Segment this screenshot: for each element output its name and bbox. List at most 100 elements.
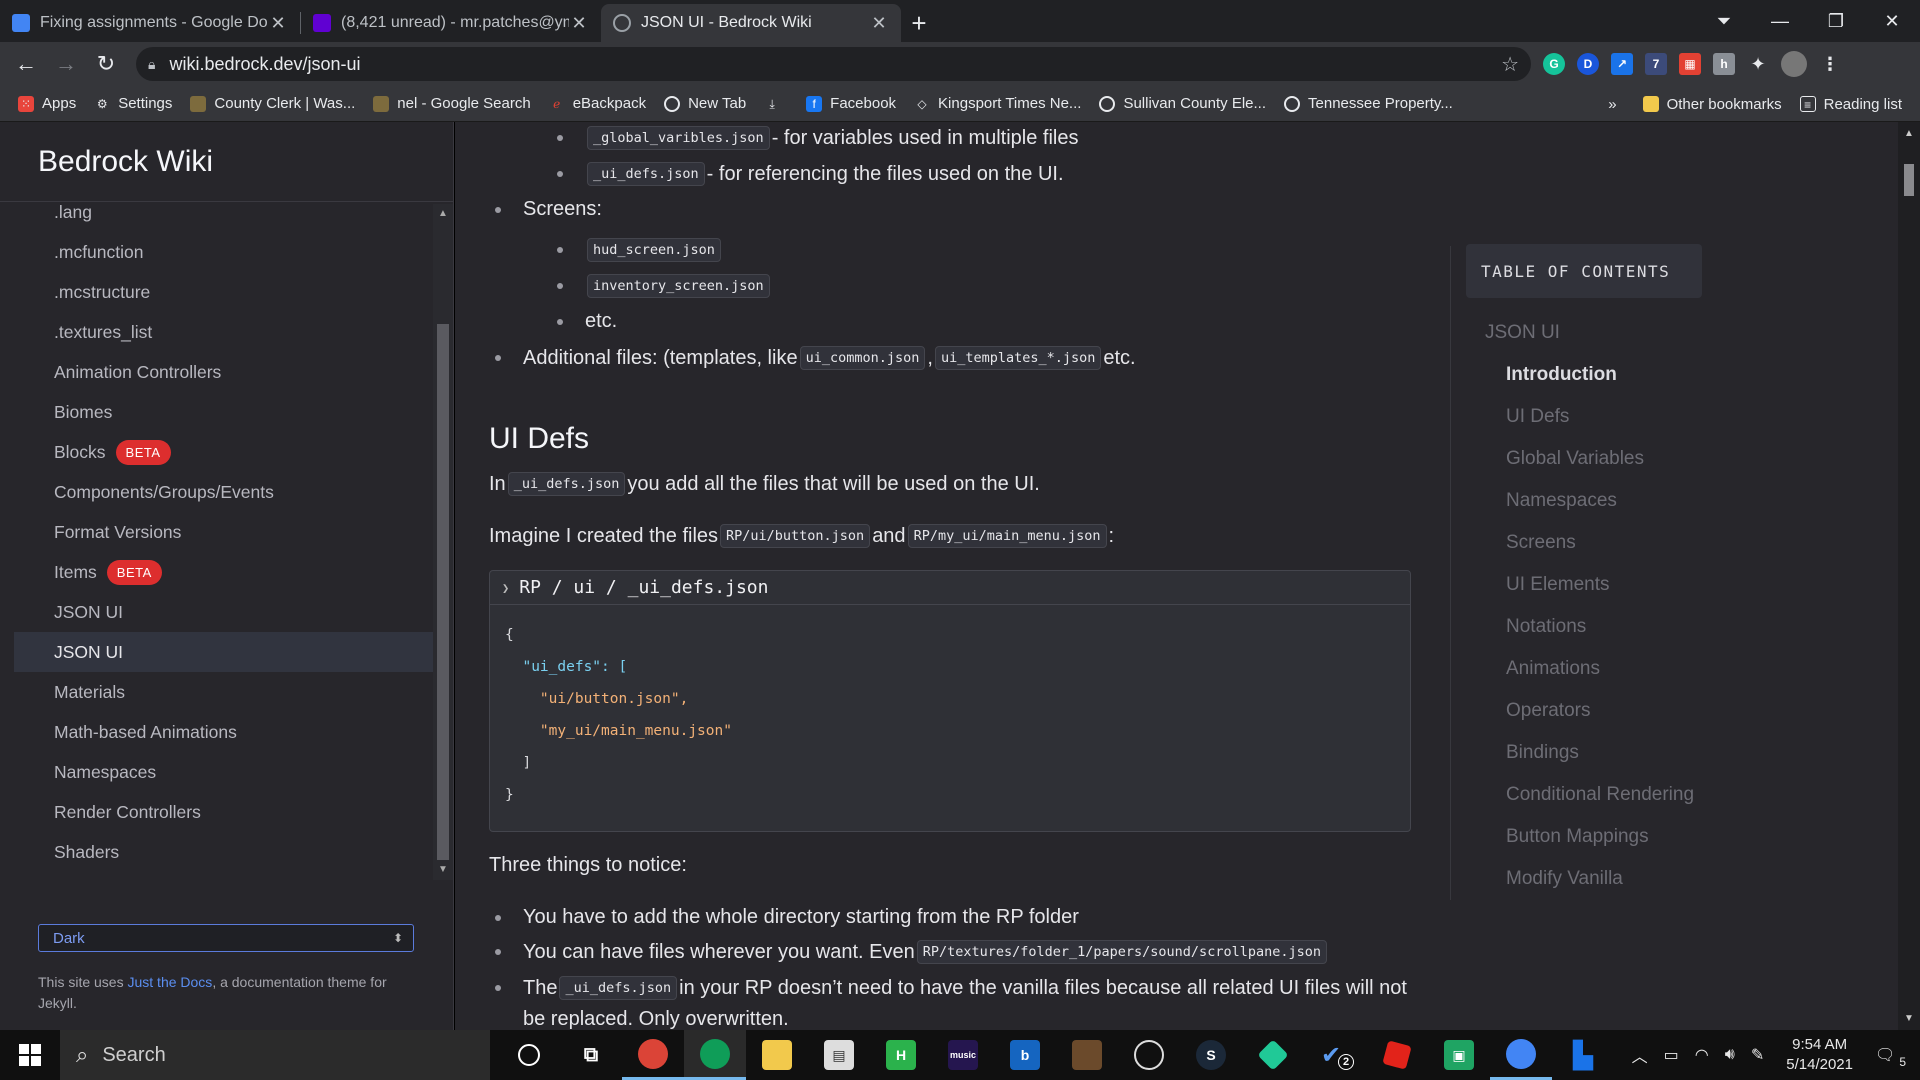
app-diamond-button[interactable] xyxy=(1242,1030,1304,1080)
bookmark-ebackpack[interactable]: ℯ eBackpack xyxy=(549,95,646,112)
address-bar[interactable]: 🔒︎ wiki.bedrock.dev/json-ui ☆ xyxy=(136,47,1531,81)
sidebar-item-lang[interactable]: .lang xyxy=(0,204,434,232)
sidebar-item-items[interactable]: Items BETA xyxy=(0,552,434,592)
toc-item-ui-elements[interactable]: UI Elements xyxy=(1506,574,1609,596)
roblox-button[interactable] xyxy=(1366,1030,1428,1080)
extension-arrow-icon[interactable]: ↗ xyxy=(1611,53,1633,75)
just-the-docs-link[interactable]: Just the Docs xyxy=(127,974,212,990)
new-tab-button[interactable]: + xyxy=(901,4,937,42)
sidebar-item-mcstructure[interactable]: .mcstructure xyxy=(0,272,434,312)
sidebar-item-animation-controllers[interactable]: Animation Controllers xyxy=(0,352,434,392)
bookmark-new-tab[interactable]: New Tab xyxy=(664,95,746,112)
toc-item-screens[interactable]: Screens xyxy=(1506,532,1576,554)
extension-h-icon[interactable]: h xyxy=(1713,53,1735,75)
sidebar-item-math-animations[interactable]: Math-based Animations xyxy=(0,712,434,752)
sidebar-item-mcfunction[interactable]: .mcfunction xyxy=(0,232,434,272)
tab-google-docs[interactable]: Fixing assignments - Google Doc ✕ xyxy=(0,4,300,42)
bookmark-sullivan[interactable]: Sullivan County Ele... xyxy=(1099,95,1266,112)
toc-item-bindings[interactable]: Bindings xyxy=(1506,742,1579,764)
reload-button[interactable]: ↻ xyxy=(86,44,126,84)
avatar[interactable] xyxy=(1781,51,1807,77)
toc-item-conditional-rendering[interactable]: Conditional Rendering xyxy=(1506,784,1694,806)
chrome-apps-button[interactable] xyxy=(1490,1030,1552,1080)
tab-bedrock-wiki[interactable]: JSON UI - Bedrock Wiki ✕ xyxy=(601,4,901,42)
close-window-button[interactable]: ✕ xyxy=(1864,0,1920,42)
forward-button[interactable]: → xyxy=(46,44,86,84)
url-text[interactable]: wiki.bedrock.dev/json-ui xyxy=(169,54,1501,75)
bookmark-settings[interactable]: ⚙ Settings xyxy=(94,95,173,112)
bookmark-apps[interactable]: ⁙ Apps xyxy=(18,95,76,112)
chrome-taskbar-button[interactable] xyxy=(622,1030,684,1080)
lock-icon[interactable]: 🔒︎ xyxy=(148,56,155,73)
store-button[interactable]: ▤ xyxy=(808,1030,870,1080)
sidebar-item-blocks[interactable]: Blocks BETA xyxy=(0,432,434,472)
bing-button[interactable]: b xyxy=(994,1030,1056,1080)
sidebar-scrollbar[interactable]: ▲ ▼ xyxy=(433,204,453,880)
taskbar-search[interactable]: ⌕ Search xyxy=(60,1030,490,1080)
close-tab-icon[interactable]: ✕ xyxy=(268,13,288,34)
scroll-up-arrow-icon[interactable]: ▲ xyxy=(433,204,453,224)
back-button[interactable]: ← xyxy=(6,44,46,84)
reading-list-button[interactable]: ≡ Reading list xyxy=(1799,96,1902,113)
scroll-up-arrow-icon[interactable]: ▲ xyxy=(1898,128,1920,139)
task-view-button[interactable]: ⧉ xyxy=(560,1030,622,1080)
restore-button[interactable]: ❐ xyxy=(1808,0,1864,42)
bookmark-county-clerk[interactable]: County Clerk | Was... xyxy=(190,95,355,112)
tab-yahoo-mail[interactable]: (8,421 unread) - mr.patches@ym ✕ xyxy=(301,4,601,42)
toc-item-operators[interactable]: Operators xyxy=(1506,700,1590,722)
toc-item-animations[interactable]: Animations xyxy=(1506,658,1600,680)
toc-item-introduction[interactable]: Introduction xyxy=(1506,364,1617,386)
code-block-header[interactable]: ❯ RP / ui / _ui_defs.json xyxy=(490,571,1410,605)
sidebar-item-biomes[interactable]: Biomes xyxy=(0,392,434,432)
bookmark-tennessee[interactable]: Tennessee Property... xyxy=(1284,95,1453,112)
page-scrollbar[interactable]: ▲ ▼ xyxy=(1898,122,1920,1030)
toc-item-json-ui[interactable]: JSON UI xyxy=(1485,322,1560,344)
close-tab-icon[interactable]: ✕ xyxy=(569,13,589,34)
pen-icon[interactable]: ✎ xyxy=(1751,1045,1764,1065)
sidebar-item-shaders[interactable]: Shaders xyxy=(0,832,434,872)
sidebar-item-materials[interactable]: Materials xyxy=(0,672,434,712)
extension-7-icon[interactable]: 7 xyxy=(1645,53,1667,75)
scroll-down-arrow-icon[interactable]: ▼ xyxy=(1898,1013,1920,1024)
app-l-button[interactable]: ▙ xyxy=(1552,1030,1614,1080)
clock[interactable]: 9:54 AM 5/14/2021 xyxy=(1786,1035,1853,1075)
other-bookmarks-folder[interactable]: Other bookmarks xyxy=(1642,96,1782,113)
sidebar-item-namespaces[interactable]: Namespaces xyxy=(0,752,434,792)
sidebar-item-json-ui[interactable]: JSON UI xyxy=(0,592,434,632)
volume-icon[interactable]: 🔊︎ xyxy=(1725,1046,1735,1064)
toc-item-notations[interactable]: Notations xyxy=(1506,616,1586,638)
extensions-puzzle-icon[interactable]: ✦ xyxy=(1747,53,1769,75)
toc-item-global-variables[interactable]: Global Variables xyxy=(1506,448,1644,470)
sidebar-item-render-controllers[interactable]: Render Controllers xyxy=(0,792,434,832)
steam-button[interactable]: S xyxy=(1180,1030,1242,1080)
bookmark-star-icon[interactable]: ☆ xyxy=(1501,52,1519,77)
wifi-icon[interactable]: ◠ xyxy=(1695,1045,1709,1065)
bookmark-facebook[interactable]: f Facebook xyxy=(806,95,896,112)
todo-button[interactable]: ✔ 2 xyxy=(1304,1030,1366,1080)
extension-grid-icon[interactable]: ▦ xyxy=(1679,53,1701,75)
sidebar-scroll-thumb[interactable] xyxy=(437,324,449,860)
app-chat-button[interactable]: ▣ xyxy=(1428,1030,1490,1080)
minecraft-button[interactable] xyxy=(1056,1030,1118,1080)
bookmark-download[interactable]: ⤓ xyxy=(764,96,788,112)
amazon-music-button[interactable]: music xyxy=(932,1030,994,1080)
chrome-taskbar-button-2[interactable] xyxy=(684,1030,746,1080)
more-bookmarks-button[interactable]: » xyxy=(1608,96,1616,113)
sidebar-item-components[interactable]: Components/Groups/Events xyxy=(0,472,434,512)
scroll-down-arrow-icon[interactable]: ▼ xyxy=(433,860,453,880)
sidebar-item-textures-list[interactable]: .textures_list xyxy=(0,312,434,352)
minimize-button[interactable]: — xyxy=(1752,0,1808,42)
chrome-menu-icon[interactable]: ⋮ xyxy=(1819,53,1841,75)
sidebar-item-format-versions[interactable]: Format Versions xyxy=(0,512,434,552)
battery-icon[interactable]: ▭ xyxy=(1664,1045,1679,1065)
toc-item-namespaces[interactable]: Namespaces xyxy=(1506,490,1617,512)
cortana-button[interactable] xyxy=(498,1030,560,1080)
notifications-icon[interactable]: 🗨︎ xyxy=(1875,1045,1895,1065)
show-hidden-icons-icon[interactable]: ︿ xyxy=(1632,1043,1648,1067)
close-tab-icon[interactable]: ✕ xyxy=(869,13,889,34)
toc-item-modify-vanilla[interactable]: Modify Vanilla xyxy=(1506,868,1623,890)
toc-item-button-mappings[interactable]: Button Mappings xyxy=(1506,826,1649,848)
theme-select[interactable]: Dark ⬍ xyxy=(38,924,414,952)
toc-item-ui-defs[interactable]: UI Defs xyxy=(1506,406,1569,428)
dashlane-icon[interactable]: D xyxy=(1577,53,1599,75)
